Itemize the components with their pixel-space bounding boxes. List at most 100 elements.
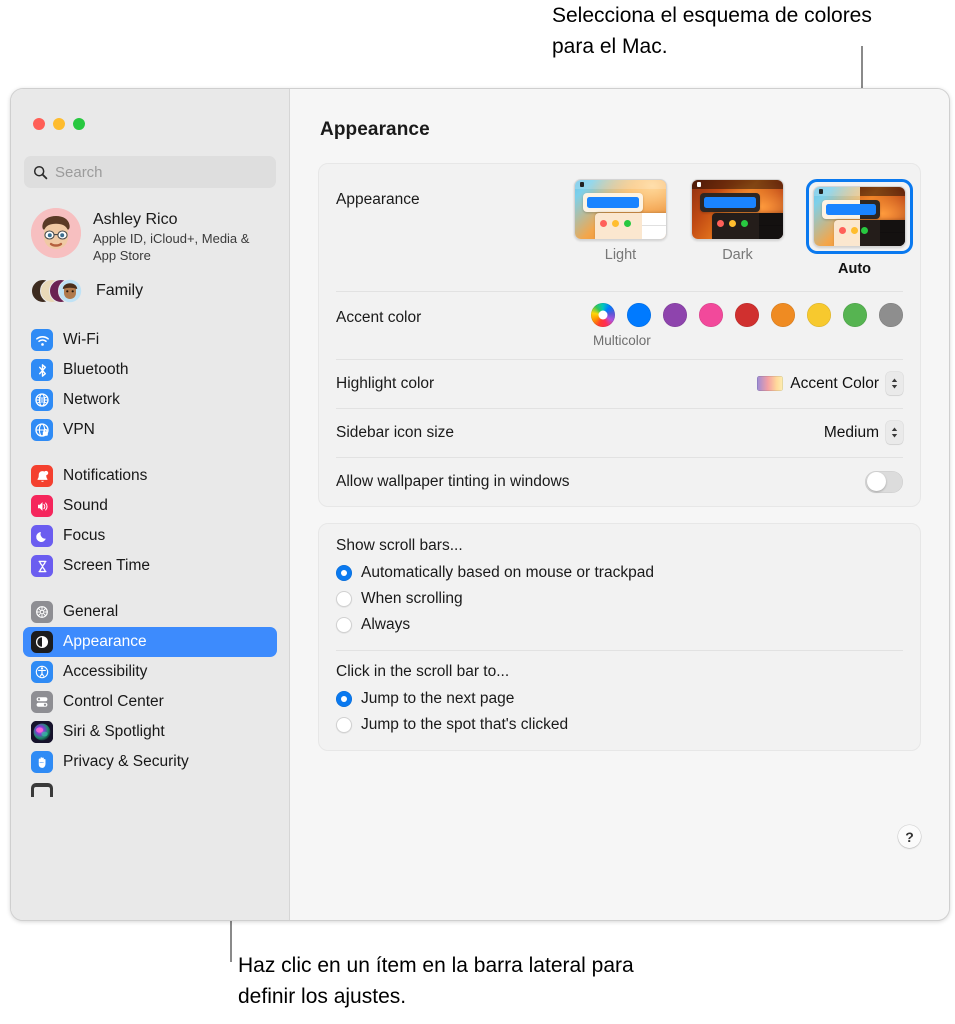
sidebar-item-bluetooth[interactable]: Bluetooth: [23, 355, 277, 385]
sidebar-item-accessibility[interactable]: Accessibility: [23, 657, 277, 687]
sidebar-item-label: Control Center: [63, 693, 164, 710]
sidebar-item-label: VPN: [63, 421, 95, 438]
siri-icon: [31, 721, 53, 743]
radio-indicator: [336, 617, 352, 633]
bell-icon: [31, 465, 53, 487]
sidebar-divider: [11, 581, 289, 597]
radio-indicator: [336, 691, 352, 707]
callout-bottom-text: Haz clic en un ítem en la barra lateral …: [238, 954, 634, 1008]
moon-icon: [31, 525, 53, 547]
accent-swatch-yellow[interactable]: [807, 303, 831, 327]
accent-swatch-green[interactable]: [843, 303, 867, 327]
family-label: Family: [96, 282, 144, 299]
radio-indicator: [336, 717, 352, 733]
theme-auto-caption: Auto: [837, 261, 871, 277]
apple-id-account-item[interactable]: Ashley Rico Apple ID, iCloud+, Media & A…: [27, 205, 277, 267]
accent-selected-name: Multicolor: [593, 333, 651, 348]
radio-indicator: [336, 591, 352, 607]
sidebar-item-family[interactable]: Family: [27, 273, 277, 309]
radio-option-auto-scrollbars[interactable]: Automatically based on mouse or trackpad: [336, 560, 903, 586]
theme-option-dark[interactable]: Dark: [689, 179, 786, 277]
sidebar-item-sound[interactable]: Sound: [23, 491, 277, 521]
accent-swatch-multicolor[interactable]: [591, 303, 615, 327]
minimize-button[interactable]: [53, 118, 65, 130]
sidebar-item-appearance[interactable]: Appearance: [23, 627, 277, 657]
toggle-knob: [866, 472, 886, 491]
sidebar-item-network[interactable]: Network: [23, 385, 277, 415]
close-button[interactable]: [33, 118, 45, 130]
radio-indicator: [336, 565, 352, 581]
search-field[interactable]: [24, 156, 276, 188]
window-controls: [11, 89, 289, 130]
control-center-icon: [31, 691, 53, 713]
zoom-button[interactable]: [73, 118, 85, 130]
sidebar-divider: [11, 445, 289, 461]
sidebar-icon-size-popup[interactable]: Medium: [824, 421, 903, 444]
wallpaper-tinting-label: Allow wallpaper tinting in windows: [336, 472, 570, 490]
page-title: Appearance: [320, 119, 430, 140]
radio-label: Jump to the spot that's clicked: [361, 716, 569, 733]
radio-label: When scrolling: [361, 590, 463, 607]
radio-label: Always: [361, 616, 411, 633]
sidebar-item-siri-spotlight[interactable]: Siri & Spotlight: [23, 717, 277, 747]
sidebar-item-screen-time[interactable]: Screen Time: [23, 551, 277, 581]
theme-option-auto[interactable]: Auto: [806, 179, 913, 277]
radio-option-jump-next-page[interactable]: Jump to the next page: [336, 686, 903, 712]
sidebar-item-label: Appearance: [63, 633, 147, 650]
sidebar-item-general[interactable]: General: [23, 597, 277, 627]
accessibility-icon: [31, 661, 53, 683]
accent-swatch-blue[interactable]: [627, 303, 651, 327]
theme-light-caption: Light: [604, 247, 637, 263]
main-panel: Appearance Appearance Light Dark Auto Ac…: [290, 89, 949, 920]
hourglass-icon: [31, 555, 53, 577]
theme-option-light[interactable]: Light: [572, 179, 669, 277]
theme-light-frame: [572, 179, 669, 240]
radio-label: Jump to the next page: [361, 690, 515, 707]
accent-color-row: Accent color Multicolor: [319, 291, 920, 359]
click-scroll-bar-title: Click in the scroll bar to...: [336, 663, 510, 680]
chevron-updown-icon: [886, 421, 903, 444]
appearance-settings-card: Appearance Light Dark Auto Accent color …: [318, 163, 921, 507]
accent-swatch-pink[interactable]: [699, 303, 723, 327]
accent-swatch-orange[interactable]: [771, 303, 795, 327]
accent-swatch-graphite[interactable]: [879, 303, 903, 327]
wallpaper-tinting-toggle[interactable]: [865, 470, 903, 493]
sidebar-group-connectivity: Wi-Fi Bluetooth Network VPN: [11, 325, 289, 445]
show-scroll-bars-group: Show scroll bars... Automatically based …: [319, 524, 920, 650]
globe-icon: [31, 389, 53, 411]
avatar: [31, 208, 81, 258]
highlight-color-row: Highlight color Accent Color: [319, 359, 920, 408]
sidebar-icon-size-row: Sidebar icon size Medium: [319, 408, 920, 457]
sidebar-item-label: Sound: [63, 497, 108, 514]
sidebar-item-privacy-security[interactable]: Privacy & Security: [23, 747, 277, 777]
radio-option-always[interactable]: Always: [336, 612, 903, 638]
sidebar-item-label: Bluetooth: [63, 361, 129, 378]
theme-light-thumbnail: [574, 179, 667, 240]
show-scroll-bars-title: Show scroll bars...: [336, 537, 463, 554]
sidebar-item-label: Wi-Fi: [63, 331, 100, 348]
search-input[interactable]: [55, 163, 267, 181]
accent-swatch-red[interactable]: [735, 303, 759, 327]
sidebar-item-wi-fi[interactable]: Wi-Fi: [23, 325, 277, 355]
radio-option-when-scrolling[interactable]: When scrolling: [336, 586, 903, 612]
click-scroll-bar-group: Click in the scroll bar to... Jump to th…: [319, 650, 920, 750]
sidebar-item-focus[interactable]: Focus: [23, 521, 277, 551]
highlight-color-popup[interactable]: Accent Color: [757, 372, 903, 395]
sidebar-item-label: Siri & Spotlight: [63, 723, 165, 740]
sidebar-item-label: Notifications: [63, 467, 148, 484]
help-button[interactable]: ?: [898, 825, 921, 848]
theme-options: Light Dark Auto: [572, 179, 913, 277]
appearance-row: Appearance Light Dark Auto: [319, 164, 920, 291]
radio-option-jump-to-spot[interactable]: Jump to the spot that's clicked: [336, 712, 903, 738]
sidebar-item-vpn[interactable]: VPN: [23, 415, 277, 445]
search-icon: [33, 165, 48, 180]
wallpaper-tinting-row: Allow wallpaper tinting in windows: [319, 457, 920, 506]
wifi-icon: [31, 329, 53, 351]
sidebar-item-label: Accessibility: [63, 663, 148, 680]
sidebar-item-control-center[interactable]: Control Center: [23, 687, 277, 717]
theme-auto-frame: [806, 179, 913, 254]
accent-swatch-purple[interactable]: [663, 303, 687, 327]
sidebar-item-notifications[interactable]: Notifications: [23, 461, 277, 491]
appearance-label: Appearance: [336, 191, 420, 208]
sidebar-group-system: General Appearance Accessibility Control…: [11, 597, 289, 777]
